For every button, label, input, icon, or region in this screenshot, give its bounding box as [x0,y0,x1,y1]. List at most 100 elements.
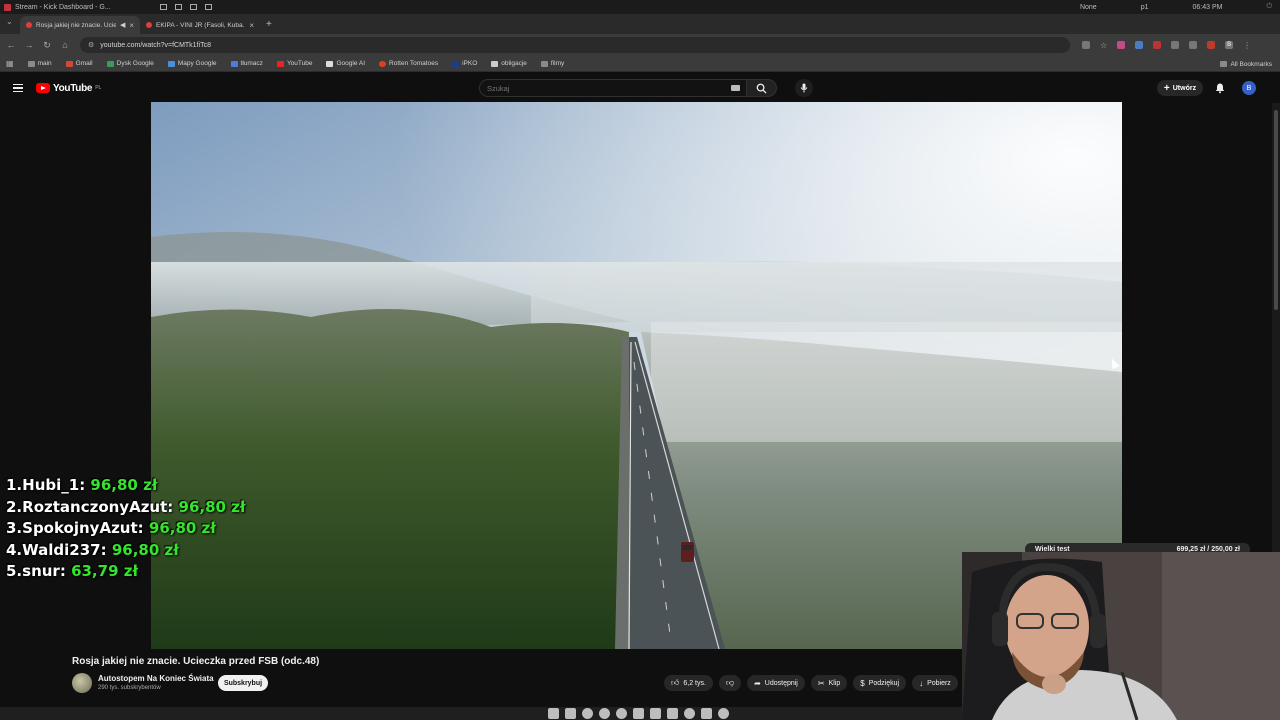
dislike-button[interactable]: 👎︎ [718,675,742,691]
os-workspace[interactable]: p1 [1141,4,1149,11]
all-bookmarks[interactable]: All Bookmarks [1220,56,1272,72]
subscribe-button[interactable]: Subskrybuj [218,675,268,691]
leaderboard-name: Hubi_1: [22,476,86,494]
os-window-switcher[interactable] [160,4,212,10]
os-profile[interactable]: None [1080,4,1097,11]
close-tab-icon[interactable]: × [249,21,254,30]
window-title: Stream - Kick Dashboard - G... [15,3,111,11]
create-button[interactable]: + Utwórz [1157,80,1203,96]
tab-youtube-video[interactable]: Rosja jakiej nie znacie. Ucieczka przed … [20,16,140,34]
extension-icon[interactable] [1117,41,1126,49]
bookmark-label: Mapy Google [177,60,217,67]
spotify-icon[interactable] [582,708,593,719]
more-icon[interactable]: ⋮ [1243,41,1251,50]
donation-leaderboard: 1.Hubi_1: 96,80 zł 2.RoztanczonyAzut: 96… [6,475,245,583]
bookmark-item[interactable]: filmy [540,60,564,67]
extension-icon[interactable] [1153,41,1162,49]
bookmark-item[interactable]: Gmail [65,60,93,67]
download-button[interactable]: ↓ Pobierz [912,675,958,691]
leaderboard-rank: 2. [6,497,23,516]
youtube-logo[interactable]: YouTube PL [36,83,101,94]
bookmark-item[interactable]: iPKO [452,60,477,67]
window-icon[interactable] [190,4,197,10]
window-icon[interactable] [205,4,212,10]
tab-ekipa[interactable]: EKIPA - VINI JR (Fasoli, Kuba... × [140,16,260,34]
bookmark-item[interactable]: Google AI [326,60,365,67]
back-icon[interactable]: ← [2,40,20,50]
power-icon[interactable]: ⏻ [1266,3,1272,11]
settings-icon[interactable] [684,708,695,719]
search-button[interactable] [747,79,777,97]
thanks-button[interactable]: $ Podziękuj [853,675,907,691]
bookmark-label: All Bookmarks [1230,60,1272,68]
speaker-icon[interactable]: ◀ [120,21,125,29]
tab-title: EKIPA - VINI JR (Fasoli, Kuba... [156,21,246,29]
leaderboard-row: 4.Waldi237: 96,80 zł [6,540,245,562]
bookmark-label: obligacje [501,60,527,67]
files-icon[interactable] [548,708,559,719]
leaderboard-amount: 96,80 zł [178,497,246,516]
extension-icon[interactable] [1135,41,1144,49]
youtube-favicon-icon [26,22,32,28]
extension-icon[interactable] [1207,41,1216,49]
close-tab-icon[interactable]: × [129,21,134,30]
terminal-icon[interactable] [565,708,576,719]
bookmark-item[interactable]: Dysk Google [106,60,154,67]
youtube-wordmark: YouTube [53,82,93,94]
keyboard-icon[interactable] [731,85,740,91]
like-button[interactable]: 👍︎ 6,2 tys. [664,675,713,691]
site-info-icon[interactable]: ⚙ [88,41,94,49]
account-avatar[interactable]: B [1242,81,1256,95]
new-tab-icon[interactable]: + [266,19,272,30]
bookmark-star-icon[interactable]: ☆ [1100,41,1107,50]
bookmark-item[interactable]: main [27,60,52,67]
cast-icon[interactable] [1082,41,1090,49]
tab-title: Rosja jakiej nie znacie. Ucieczka przed … [36,21,116,29]
url-text: youtube.com/watch?v=fCMTk1fiTc8 [100,41,211,49]
bookmark-label: Gmail [75,60,93,67]
discord-icon[interactable] [633,708,644,719]
notes-icon[interactable] [701,708,712,719]
reload-icon[interactable]: ↻ [38,40,56,51]
share-button[interactable]: ➦ Udostępnij [747,675,805,691]
clip-button[interactable]: ✂ Klip [810,675,848,691]
search-input[interactable] [479,79,747,97]
app-grid-icon[interactable] [718,708,729,719]
bookmark-item[interactable]: tłumacz [230,60,263,67]
obs-icon[interactable] [616,708,627,719]
bookmark-item[interactable]: YouTube [276,60,312,67]
steam-icon[interactable] [650,708,661,719]
address-bar[interactable]: ⚙ youtube.com/watch?v=fCMTk1fiTc8 [80,37,1070,53]
extensions-puzzle-icon[interactable] [1171,41,1180,49]
leaderboard-row: 3.SpokojnyAzut: 96,80 zł [6,518,245,540]
bookmark-item[interactable]: Rotten Tomatoes [379,60,438,67]
os-top-bar: Stream - Kick Dashboard - G... None p1 0… [0,0,1280,14]
bookmark-item[interactable]: Mapy Google [167,60,217,67]
bell-icon[interactable] [1214,82,1226,94]
leaderboard-name: RoztanczonyAzut: [22,497,174,516]
browser-icon[interactable] [599,708,610,719]
thanks-label: Podziękuj [868,679,900,687]
profile-avatar-icon[interactable]: B [1225,41,1234,49]
channel-avatar[interactable] [72,673,92,693]
tab-search-icon[interactable]: ⌄ [6,17,13,26]
channel-name[interactable]: Autostopem Na Koniec Świata [98,674,214,683]
youtube-icon [276,60,284,67]
forward-icon[interactable]: → [20,40,38,50]
os-window-title: Stream - Kick Dashboard - G... [0,3,160,11]
page-scrollbar-thumb[interactable] [1274,110,1278,310]
apps-grid-icon[interactable]: ▦ [6,59,14,68]
leaderboard-row: 5.snur: 63,79 zł [6,561,245,583]
os-clock: 06:43 PM [1192,3,1223,11]
side-panel-icon[interactable] [1189,41,1198,49]
voice-search-button[interactable] [795,79,813,97]
share-label: Udostępnij [764,679,798,687]
bookmark-item[interactable]: obligacje [491,60,527,67]
window-icon[interactable] [160,4,167,10]
leaderboard-amount: 96,80 zł [111,540,179,559]
shield-icon[interactable] [667,708,678,719]
clip-label: Klip [828,679,841,687]
menu-icon[interactable] [13,83,23,93]
window-icon[interactable] [175,4,182,10]
home-icon[interactable]: ⌂ [56,40,74,50]
